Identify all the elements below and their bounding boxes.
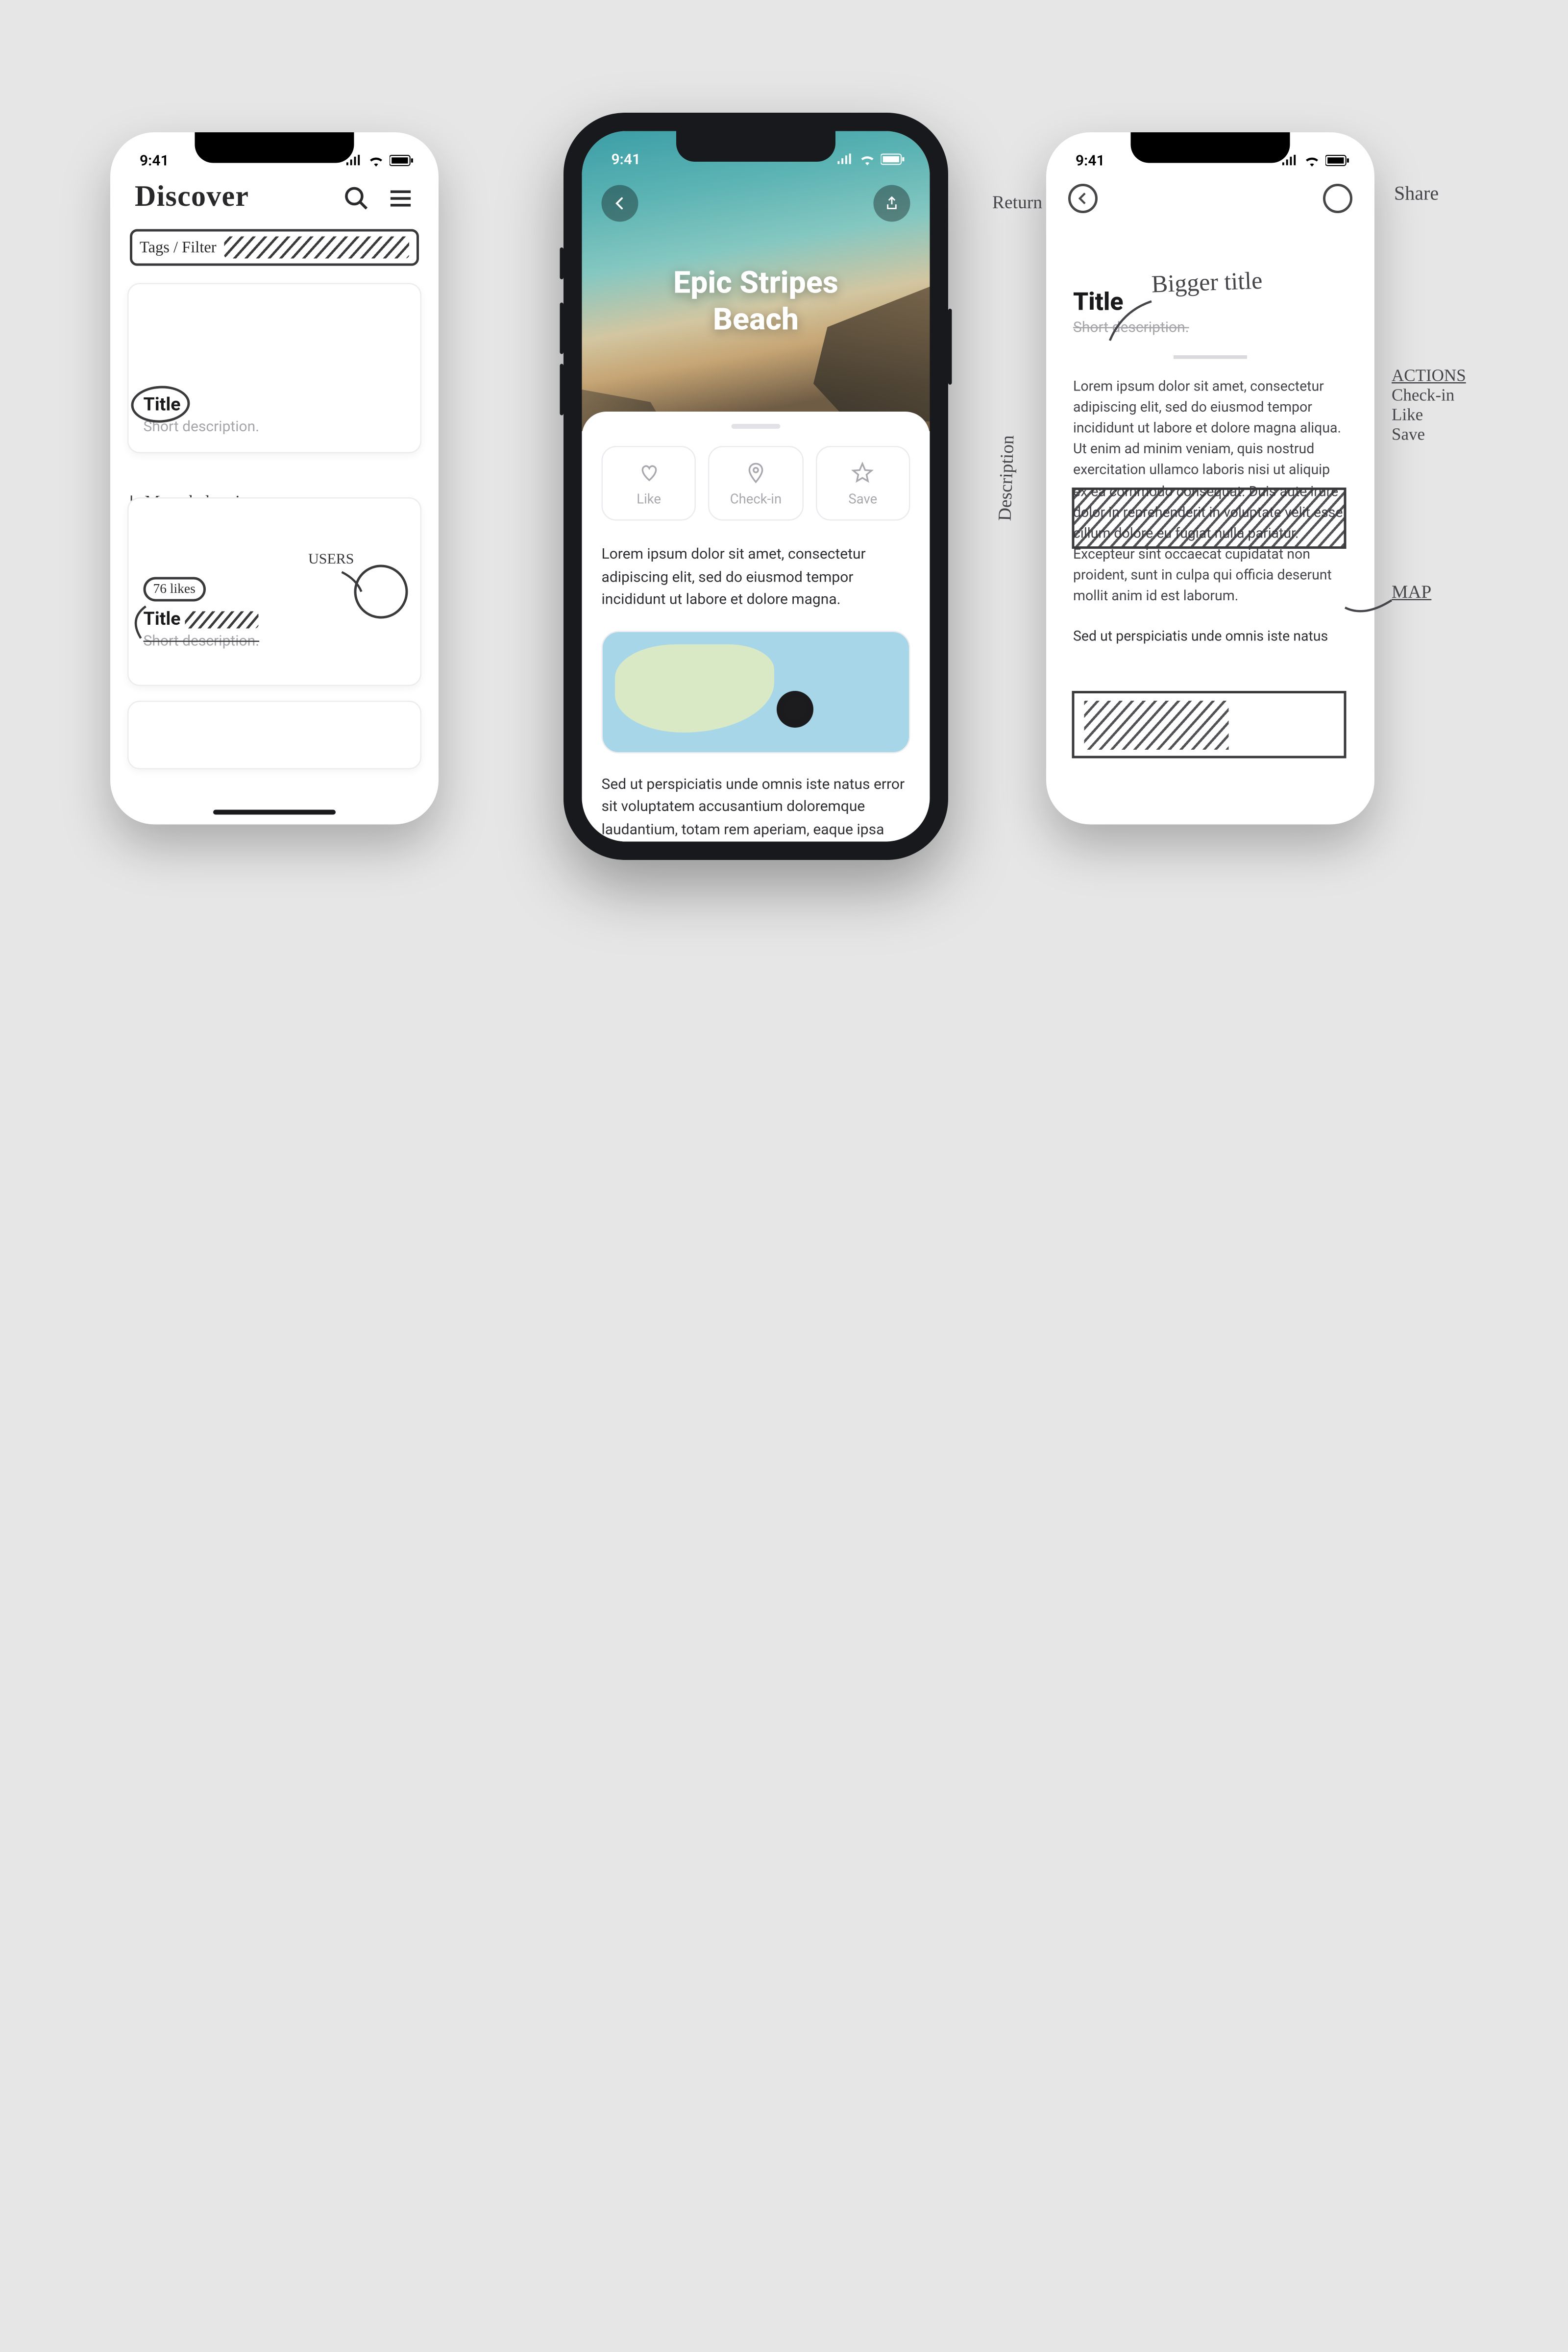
- hero-nav: [582, 185, 930, 222]
- like-label: Like: [637, 491, 661, 508]
- save-label: Save: [848, 491, 877, 508]
- star-icon: [852, 462, 874, 484]
- tags-filter-chip[interactable]: Tags / Filter: [130, 229, 419, 266]
- discover-title: Discover: [135, 181, 249, 215]
- content-sheet: Like Check-in Save Lorem ipsum dolor sit…: [582, 412, 930, 842]
- notch: [676, 131, 835, 162]
- status-time: 9:41: [612, 151, 641, 168]
- detail-body-2: Sed ut perspiciatis unde omnis iste natu…: [1046, 621, 1374, 662]
- status-icons: [1281, 154, 1350, 167]
- card-title: Title: [144, 393, 181, 416]
- card-desc: Short description.: [144, 632, 406, 649]
- likes-pill: 76 likes: [144, 577, 205, 602]
- discover-card-2[interactable]: USERS 76 likes Title Short description.: [127, 497, 421, 686]
- detail-desc: Short description.: [1046, 318, 1374, 353]
- mute-switch: [560, 247, 564, 279]
- detail-title: Title: [1046, 213, 1374, 318]
- battery-icon: [390, 154, 414, 167]
- save-button[interactable]: Save: [815, 446, 910, 521]
- detail-nav: [1046, 174, 1374, 213]
- body-paragraph-2: Sed ut perspiciatis unde omnis iste natu…: [602, 773, 910, 842]
- battery-icon: [881, 153, 906, 166]
- actions-scratch-box: [1072, 488, 1347, 549]
- annotation-arrow: [1340, 595, 1399, 632]
- phone-realistic-frame: 9:41 Epic Stripes Beach: [564, 113, 948, 860]
- divider: [1174, 355, 1247, 359]
- like-button[interactable]: Like: [602, 446, 696, 521]
- hero-title: Epic Stripes Beach: [673, 265, 838, 339]
- hero-image: 9:41 Epic Stripes Beach: [582, 131, 930, 432]
- notch: [1131, 132, 1290, 163]
- map-pin-icon: [777, 690, 813, 727]
- map-preview[interactable]: [602, 631, 910, 753]
- signal-icon: [837, 153, 854, 166]
- scribble: [185, 611, 259, 628]
- card-desc: Short description.: [144, 418, 406, 435]
- phone-annotated: 9:41 Title Short description. Lorem ipsu…: [1046, 132, 1374, 825]
- annotation-bigger-title: Bigger title: [1151, 268, 1263, 299]
- home-indicator: [213, 810, 336, 815]
- chevron-left-icon: [1077, 193, 1089, 205]
- users-avatar-circle: [354, 565, 408, 619]
- discover-card-1[interactable]: Title Short description.: [127, 283, 421, 454]
- grabber-handle[interactable]: [732, 424, 781, 429]
- tags-filter-label: Tags / Filter: [140, 238, 217, 257]
- discover-card-3[interactable]: [127, 701, 421, 769]
- heart-icon: [638, 462, 660, 484]
- annotation-actions: ACTIONS Check-in Like Save: [1392, 368, 1466, 446]
- card-image-placeholder: [144, 301, 406, 380]
- status-icons: [837, 153, 906, 166]
- scribble: [224, 237, 409, 259]
- vol-down: [560, 364, 564, 416]
- chevron-left-icon: [614, 197, 626, 210]
- map-landmass: [615, 644, 774, 732]
- map-scratch-box: [1072, 691, 1347, 759]
- notch: [195, 132, 354, 163]
- status-time: 9:41: [140, 152, 169, 169]
- phone-realistic: 9:41 Epic Stripes Beach: [582, 131, 930, 842]
- phone-discover: 9:41 Discover Tags / Filter Title Short: [110, 132, 439, 825]
- search-icon[interactable]: [343, 184, 370, 211]
- annotation-description: Description: [996, 435, 1020, 521]
- wifi-icon: [368, 154, 385, 167]
- status-time: 9:41: [1076, 152, 1105, 169]
- checkin-label: Check-in: [730, 491, 782, 508]
- vol-up: [560, 303, 564, 354]
- annotation-share: Share: [1394, 184, 1439, 206]
- status-icons: [345, 154, 414, 167]
- annotation-return: Return: [992, 194, 1042, 215]
- annotation-users: USERS: [308, 550, 354, 569]
- share-button[interactable]: [874, 185, 910, 222]
- back-button[interactable]: [1068, 184, 1098, 213]
- battery-icon: [1325, 154, 1350, 167]
- actions-row: Like Check-in Save: [602, 446, 910, 521]
- share-button[interactable]: [1323, 184, 1352, 213]
- menu-icon[interactable]: [387, 184, 414, 211]
- wifi-icon: [1303, 154, 1321, 167]
- body-paragraph-1: Lorem ipsum dolor sit amet, consectetur …: [602, 543, 910, 611]
- discover-header: Discover: [110, 174, 439, 220]
- back-button[interactable]: [602, 185, 638, 222]
- likes-arrow: [126, 602, 156, 646]
- power-button: [948, 309, 952, 385]
- wifi-icon: [859, 153, 876, 166]
- checkin-button[interactable]: Check-in: [709, 446, 803, 521]
- annotation-arrow: [1105, 299, 1159, 348]
- pin-icon: [745, 462, 767, 484]
- share-icon: [886, 196, 898, 211]
